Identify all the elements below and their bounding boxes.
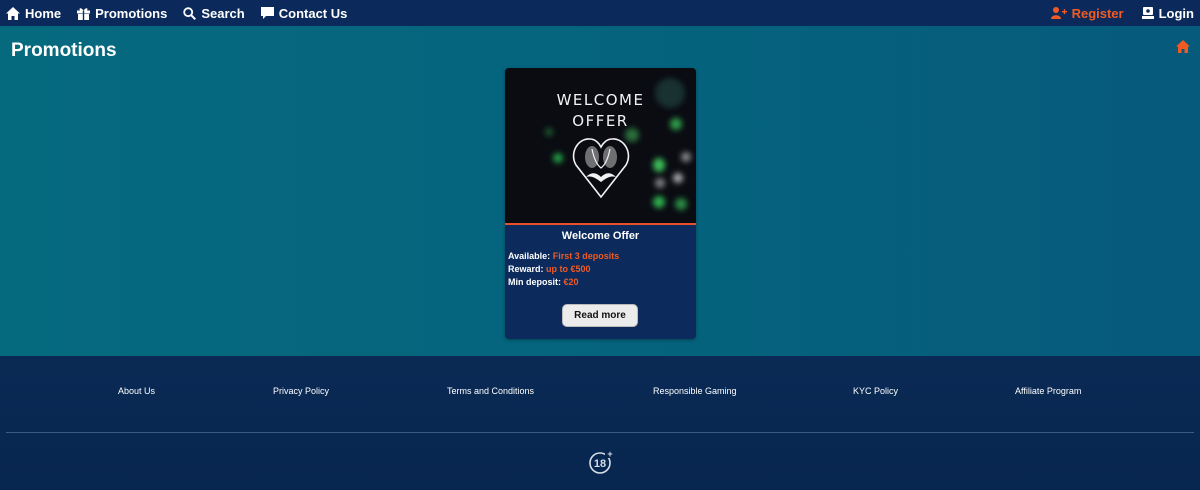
available-value: First 3 deposits: [552, 251, 620, 261]
age-18-plus-icon: 18+: [589, 450, 614, 474]
min-deposit-label: Min deposit:: [508, 277, 561, 287]
promo-reward-row: Reward: up to €500: [508, 263, 693, 276]
nav-promotions-link[interactable]: Promotions: [77, 6, 167, 21]
nav-contact-link[interactable]: Contact Us: [260, 5, 348, 21]
login-link[interactable]: Login: [1141, 5, 1194, 21]
chat-icon: [260, 7, 274, 19]
register-link[interactable]: Register: [1050, 5, 1124, 21]
reward-label: Reward:: [508, 264, 544, 274]
promo-image-line2: OFFER: [572, 112, 629, 130]
nav-contact-label: Contact Us: [278, 5, 348, 21]
gift-icon: [77, 7, 91, 20]
reward-value: up to €500: [546, 264, 591, 274]
footer-link-terms[interactable]: Terms and Conditions: [447, 386, 534, 396]
register-label: Register: [1071, 5, 1124, 21]
promo-card: WELCOME OFFER Welcome Offer Available: F…: [505, 68, 696, 339]
promo-min-deposit-row: Min deposit: €20: [508, 276, 693, 289]
login-icon: [1141, 7, 1154, 19]
main-content: Promotions WELCOME OFFER Welcome Offer A…: [0, 26, 1200, 356]
footer-link-kyc-policy[interactable]: KYC Policy: [853, 386, 898, 396]
footer-link-about-us[interactable]: About Us: [118, 386, 155, 396]
top-nav-bar: Home Promotions Search Contact Us Regist…: [0, 0, 1200, 26]
footer: About Us Privacy Policy Terms and Condit…: [0, 356, 1200, 490]
available-label: Available:: [508, 251, 551, 261]
min-deposit-value: €20: [563, 277, 579, 287]
heart-logo-icon: [572, 138, 630, 199]
read-more-button[interactable]: Read more: [562, 304, 638, 327]
nav-home-label: Home: [25, 5, 62, 21]
user-plus-icon: [1050, 7, 1067, 19]
nav-search-link[interactable]: Search: [183, 5, 245, 21]
promo-title: Welcome Offer: [561, 230, 640, 242]
login-label: Login: [1158, 5, 1194, 21]
home-icon-link[interactable]: [1176, 40, 1190, 58]
search-icon: [183, 6, 197, 20]
promo-details: Available: First 3 deposits Reward: up t…: [505, 250, 696, 289]
nav-left: Home Promotions Search Contact Us: [6, 0, 363, 26]
footer-link-responsible-gaming[interactable]: Responsible Gaming: [653, 386, 737, 396]
footer-divider: [6, 432, 1194, 433]
footer-link-affiliate-program[interactable]: Affiliate Program: [1015, 386, 1081, 396]
page-title: Promotions: [11, 40, 117, 61]
home-icon: [1176, 40, 1190, 53]
promo-available-row: Available: First 3 deposits: [508, 250, 693, 263]
nav-search-label: Search: [201, 5, 245, 21]
nav-promotions-label: Promotions: [95, 5, 168, 21]
footer-link-privacy-policy[interactable]: Privacy Policy: [273, 386, 329, 396]
promo-card-image[interactable]: WELCOME OFFER: [505, 68, 696, 225]
promo-image-line1: WELCOME: [556, 91, 645, 109]
nav-right: Register Login: [1033, 0, 1194, 26]
home-icon: [6, 6, 20, 20]
nav-home-link[interactable]: Home: [6, 6, 61, 21]
